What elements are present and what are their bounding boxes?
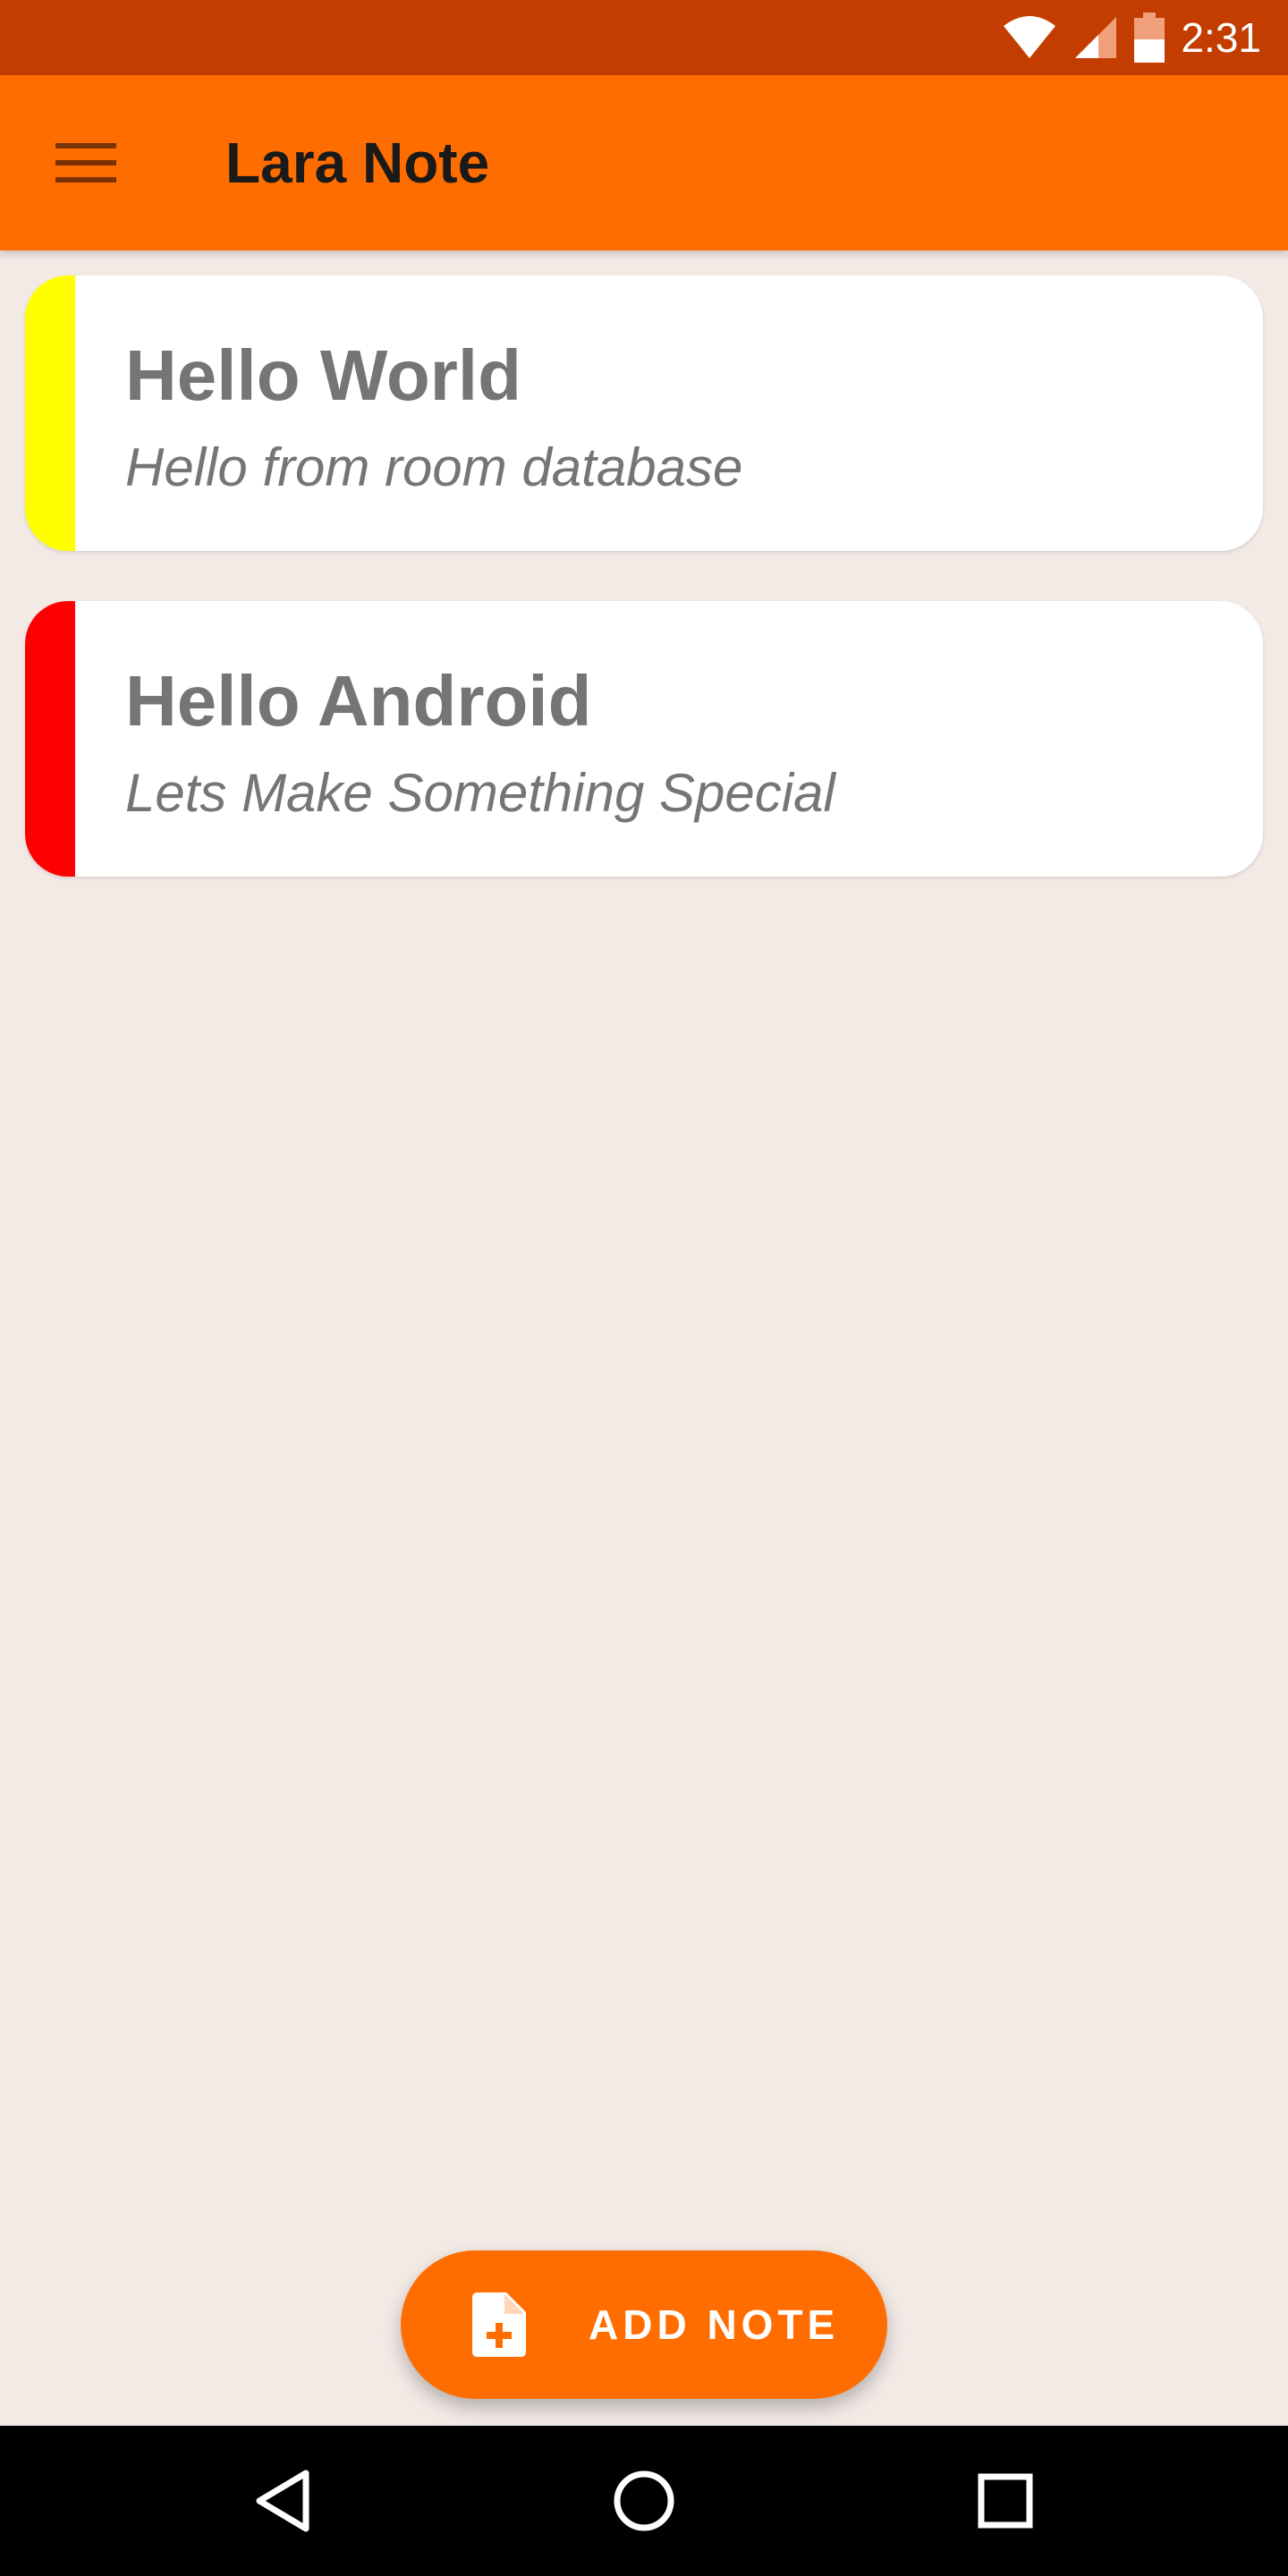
recents-icon	[978, 2473, 1033, 2529]
status-icons: 2:31	[1002, 0, 1261, 75]
back-icon	[256, 2470, 309, 2532]
menu-button[interactable]	[43, 131, 129, 195]
add-note-label: ADD NOTE	[589, 2301, 840, 2348]
note-subtitle: Hello from room database	[125, 437, 743, 497]
note-color-stripe	[25, 601, 75, 877]
app-title: Lara Note	[225, 131, 490, 195]
navigation-bar	[0, 2426, 1288, 2576]
note-card[interactable]: Hello World Hello from room database	[25, 275, 1263, 551]
note-title: Hello Android	[125, 661, 592, 741]
battery-icon	[1134, 13, 1165, 63]
note-title: Hello World	[125, 335, 521, 415]
cell-signal-icon	[1075, 17, 1117, 58]
hamburger-menu-icon	[55, 143, 116, 182]
add-note-button[interactable]: ADD NOTE	[401, 2250, 887, 2399]
note-color-stripe	[25, 275, 75, 551]
wifi-icon	[1004, 16, 1056, 58]
app-bar: Lara Note	[0, 75, 1288, 250]
notes-list: Hello World Hello from room database Hel…	[25, 275, 1263, 927]
home-icon	[614, 2470, 674, 2531]
status-bar: 2:31	[0, 0, 1288, 75]
nav-recents-button[interactable]	[961, 2456, 1050, 2546]
nav-home-button[interactable]	[599, 2456, 689, 2546]
nav-back-button[interactable]	[238, 2456, 327, 2546]
note-card[interactable]: Hello Android Lets Make Something Specia…	[25, 601, 1263, 877]
status-time: 2:31	[1181, 14, 1261, 61]
add-note-icon	[472, 2292, 526, 2357]
note-subtitle: Lets Make Something Special	[125, 763, 835, 823]
